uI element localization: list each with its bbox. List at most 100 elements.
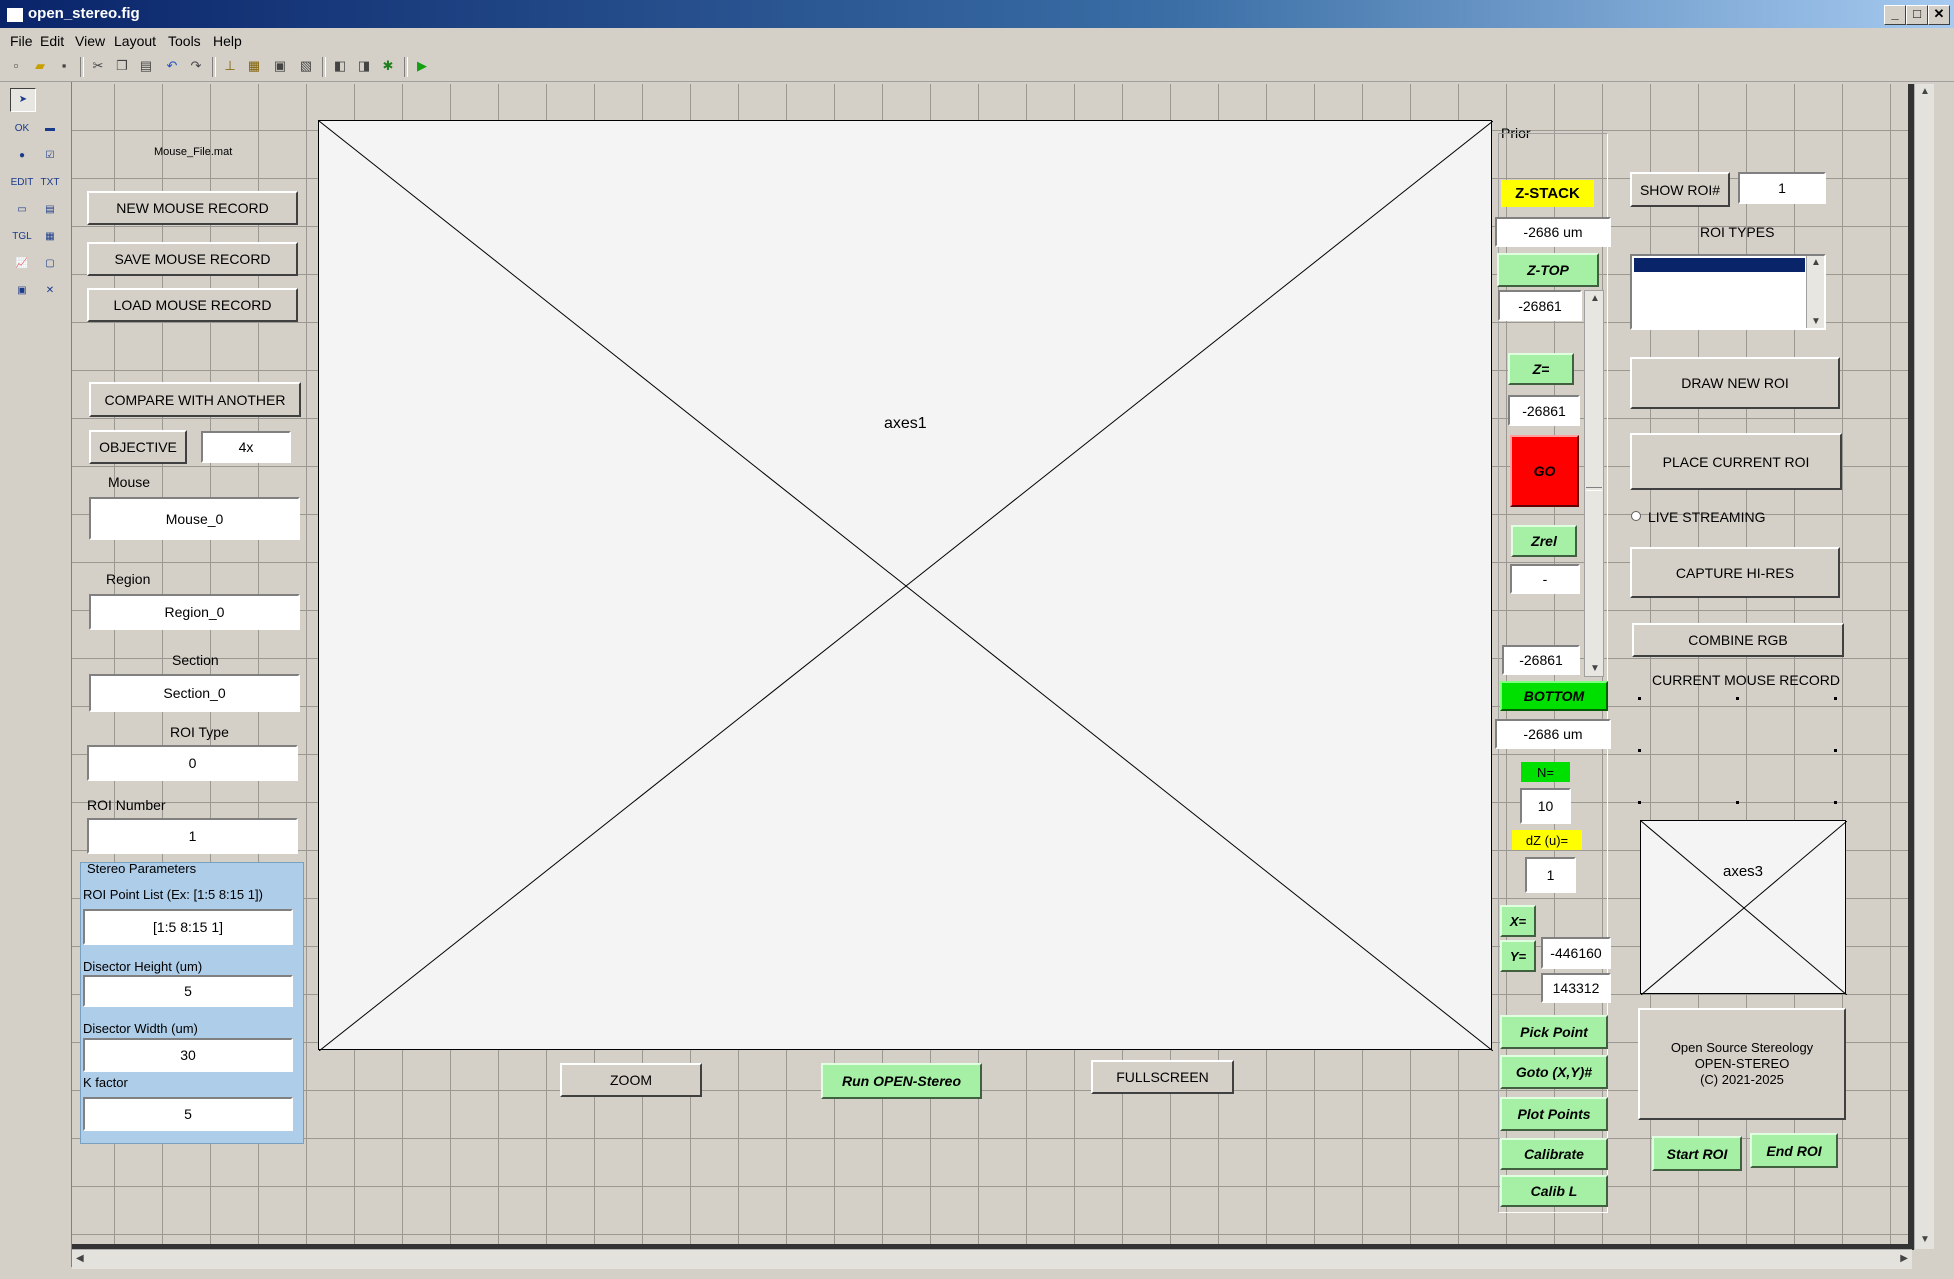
slider-icon[interactable]: ▬ [38,118,62,140]
combine-rgb-button[interactable]: COMBINE RGB [1632,623,1844,657]
maximize-button[interactable]: □ [1906,5,1928,25]
bottom-button[interactable]: BOTTOM [1500,681,1608,711]
list-scroll-down-icon[interactable]: ▼ [1811,316,1821,327]
z-equals-button[interactable]: Z= [1508,353,1574,385]
object-browser-icon[interactable]: ✱ [380,58,396,74]
open-folder-icon[interactable]: ▰ [32,58,48,74]
radio-button-icon[interactable]: ● [10,145,34,167]
pick-point-button[interactable]: Pick Point [1500,1015,1608,1049]
z-top-field[interactable]: -26861 [1498,290,1582,321]
menu-edit[interactable]: Edit [40,33,64,49]
cut-icon[interactable]: ✂ [90,58,106,74]
select-arrow-icon[interactable]: ➤ [10,88,36,112]
zrel-field[interactable]: - [1510,564,1580,594]
y-equals-button[interactable]: Y= [1500,940,1536,972]
zoom-button[interactable]: ZOOM [560,1063,702,1097]
y-coordinate-field[interactable]: 143312 [1541,973,1611,1003]
horizontal-scrollbar[interactable]: ◀ ▶ [72,1249,1912,1269]
roi-types-scrollbar[interactable]: ▲ ▼ [1806,256,1824,328]
live-streaming-radio[interactable] [1631,511,1641,521]
axes3-plot[interactable]: axes3 [1640,820,1847,995]
x-coordinate-field[interactable]: -446160 [1541,937,1611,969]
redo-icon[interactable]: ↷ [188,58,204,74]
close-button[interactable]: ✕ [1928,5,1950,25]
z-equals-field[interactable]: -26861 [1508,395,1580,426]
objective-button[interactable]: OBJECTIVE [89,430,187,464]
start-roi-button[interactable]: Start ROI [1652,1136,1742,1171]
slider-up-icon[interactable]: ▲ [1590,293,1600,304]
dz-field[interactable]: 1 [1525,857,1576,893]
roi-point-list-field[interactable]: [1:5 8:15 1] [83,909,293,945]
roi-type-field[interactable]: 0 [87,745,298,781]
z-slider[interactable]: ▲ ▼ [1584,290,1604,677]
show-roi-button[interactable]: SHOW ROI# [1630,172,1730,207]
toolbar-editor-icon[interactable]: ▧ [298,58,314,74]
capture-hi-res-button[interactable]: CAPTURE HI-RES [1630,547,1840,598]
vertical-scrollbar[interactable]: ▲ ▼ [1914,84,1934,1249]
goto-xy-button[interactable]: Goto (X,Y)# [1500,1055,1608,1089]
scroll-up-icon[interactable]: ▲ [1920,86,1930,97]
objective-field[interactable]: 4x [201,431,291,463]
slider-value-field[interactable]: -26861 [1502,645,1580,675]
scroll-right-icon[interactable]: ▶ [1900,1253,1908,1264]
align-icon[interactable]: ⊥ [222,58,238,74]
roi-number-field[interactable]: 1 [87,818,298,854]
x-equals-button[interactable]: X= [1500,905,1536,937]
menu-tools[interactable]: Tools [168,33,201,49]
mouse-field[interactable]: Mouse_0 [89,497,300,540]
new-file-icon[interactable]: ▫ [8,58,24,74]
disector-height-field[interactable]: 5 [83,975,293,1007]
tab-order-icon[interactable]: ▣ [272,58,288,74]
panel-icon[interactable]: ▢ [38,253,62,275]
axes-icon[interactable]: 📈 [10,253,34,275]
save-icon[interactable]: ▪ [56,58,72,74]
go-button[interactable]: GO [1510,435,1579,507]
menu-file[interactable]: File [10,33,33,49]
minimize-button[interactable]: _ [1884,5,1906,25]
paste-icon[interactable]: ▤ [138,58,154,74]
end-roi-button[interactable]: End ROI [1750,1133,1838,1168]
section-field[interactable]: Section_0 [89,674,300,712]
n-field[interactable]: 10 [1520,788,1571,824]
listbox-icon[interactable]: ▤ [38,199,62,221]
menu-view[interactable]: View [75,33,105,49]
plot-points-button[interactable]: Plot Points [1500,1097,1608,1131]
static-text-icon[interactable]: TXT [38,172,62,194]
fullscreen-button[interactable]: FULLSCREEN [1091,1060,1234,1094]
load-mouse-record-button[interactable]: LOAD MOUSE RECORD [87,288,298,322]
show-roi-field[interactable]: 1 [1738,172,1826,204]
editor-icon[interactable]: ◧ [332,58,348,74]
axes1-plot[interactable]: axes1 [318,120,1493,1051]
roi-types-listbox[interactable]: ▲ ▼ [1630,254,1826,330]
activex-icon[interactable]: ✕ [38,280,62,302]
run-figure-icon[interactable]: ▶ [414,58,430,74]
popup-menu-icon[interactable]: ▭ [10,199,34,221]
menu-editor-icon[interactable]: ▦ [246,58,262,74]
undo-icon[interactable]: ↶ [164,58,180,74]
disector-width-field[interactable]: 30 [83,1038,293,1072]
calibrate-button[interactable]: Calibrate [1500,1138,1608,1170]
checkbox-icon[interactable]: ☑ [38,145,62,167]
zrel-button[interactable]: Zrel [1511,525,1577,557]
region-field[interactable]: Region_0 [89,594,300,630]
slider-down-icon[interactable]: ▼ [1590,663,1600,674]
menu-help[interactable]: Help [213,33,242,49]
button-group-icon[interactable]: ▣ [10,280,34,302]
edit-text-icon[interactable]: EDIT [10,172,34,194]
z-top-button[interactable]: Z-TOP [1497,253,1599,287]
draw-new-roi-button[interactable]: DRAW NEW ROI [1630,357,1840,409]
compare-with-another-button[interactable]: COMPARE WITH ANOTHER [89,382,301,417]
scroll-down-icon[interactable]: ▼ [1920,1234,1930,1245]
push-button-icon[interactable]: OK [10,118,34,140]
table-icon[interactable]: ▦ [38,226,62,248]
scroll-left-icon[interactable]: ◀ [76,1253,84,1264]
place-current-roi-button[interactable]: PLACE CURRENT ROI [1630,433,1842,490]
calib-l-button[interactable]: Calib L [1500,1175,1608,1207]
save-mouse-record-button[interactable]: SAVE MOUSE RECORD [87,242,298,276]
slider-thumb[interactable] [1586,487,1602,491]
new-mouse-record-button[interactable]: NEW MOUSE RECORD [87,191,298,225]
list-scroll-up-icon[interactable]: ▲ [1811,257,1821,268]
z-stack-field[interactable]: -2686 um [1495,217,1611,247]
bottom-field[interactable]: -2686 um [1495,719,1611,749]
k-factor-field[interactable]: 5 [83,1097,293,1131]
